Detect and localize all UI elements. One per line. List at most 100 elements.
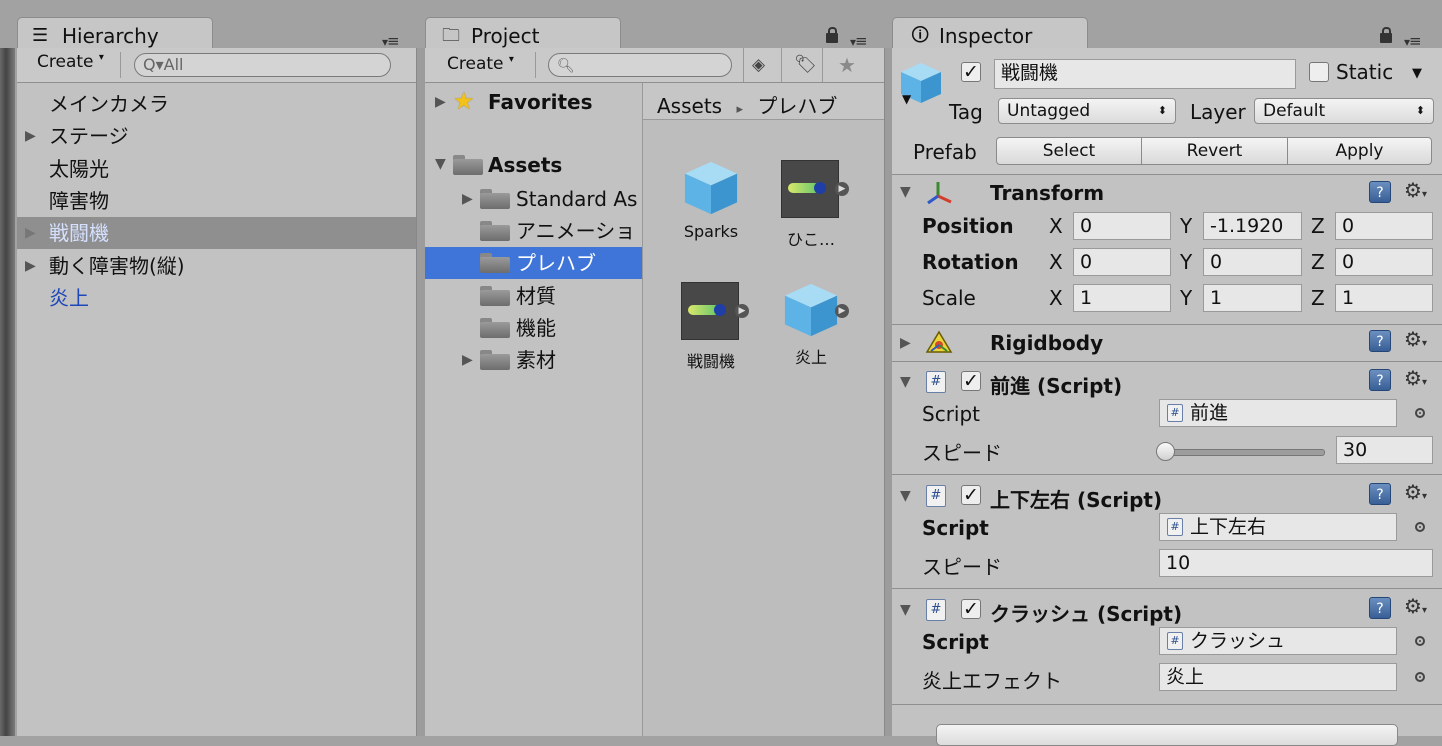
transform-title[interactable]: Transform: [990, 181, 1104, 205]
script-reference-field[interactable]: クラッシュ: [1159, 627, 1397, 655]
hierarchy-create-button[interactable]: Create ▾: [37, 52, 104, 72]
speed-value-field[interactable]: 10: [1159, 549, 1433, 577]
tab-project[interactable]: 🗀 Project: [425, 17, 621, 50]
favorite-star-icon[interactable]: ★: [838, 53, 856, 77]
expand-arrow-icon[interactable]: ▶: [900, 335, 911, 351]
active-checkbox[interactable]: ✓: [961, 62, 981, 82]
object-picker-icon[interactable]: [1415, 636, 1425, 646]
lock-icon[interactable]: [1380, 27, 1392, 43]
hierarchy-item[interactable]: ▶ ステージ: [17, 120, 416, 152]
rotation-z-axis-label[interactable]: Z: [1311, 250, 1325, 274]
breadcrumb-root[interactable]: Assets: [657, 94, 722, 118]
object-name-field[interactable]: 戦闘機: [994, 59, 1296, 89]
help-icon[interactable]: ?: [1369, 483, 1391, 505]
folder-item[interactable]: ▶ 素材: [425, 344, 642, 376]
scale-z-field[interactable]: 1: [1335, 284, 1433, 312]
script-reference-field[interactable]: 前進: [1159, 399, 1397, 427]
hierarchy-item[interactable]: 障害物: [17, 185, 416, 217]
component-enabled-checkbox[interactable]: ✓: [961, 599, 981, 619]
position-x-field[interactable]: 0: [1073, 212, 1171, 240]
position-y-axis-label[interactable]: Y: [1180, 214, 1192, 238]
folder-item[interactable]: 機能: [425, 312, 642, 344]
expand-arrow-icon[interactable]: ▶: [25, 250, 36, 282]
hierarchy-item[interactable]: 炎上: [17, 282, 416, 314]
collapse-arrow-icon[interactable]: ▼: [435, 156, 446, 172]
help-icon[interactable]: ?: [1369, 597, 1391, 619]
hierarchy-item[interactable]: ▶ 動く障害物(縦): [17, 250, 416, 282]
tag-dropdown[interactable]: Untagged ⬍: [998, 98, 1176, 124]
help-icon[interactable]: ?: [1369, 369, 1391, 391]
dropdown-arrow-icon[interactable]: ▼: [902, 92, 911, 106]
position-z-axis-label[interactable]: Z: [1311, 214, 1325, 238]
position-x-axis-label[interactable]: X: [1049, 214, 1063, 238]
gear-icon[interactable]: ⚙▾: [1404, 480, 1427, 504]
expand-arrow-icon[interactable]: ▶: [25, 120, 36, 152]
expand-arrow-icon[interactable]: ▶: [25, 217, 36, 249]
filter-by-label-icon[interactable]: 🏷︎: [794, 54, 817, 75]
position-z-field[interactable]: 0: [1335, 212, 1433, 240]
position-y-field[interactable]: -1.1920: [1203, 212, 1302, 240]
object-picker-icon[interactable]: [1415, 522, 1425, 532]
hierarchy-item[interactable]: メインカメラ: [17, 88, 416, 120]
breadcrumb-current[interactable]: プレハブ: [757, 94, 837, 118]
scale-z-axis-label[interactable]: Z: [1311, 286, 1325, 310]
filter-by-type-icon[interactable]: ◈: [752, 55, 765, 75]
scale-x-field[interactable]: 1: [1073, 284, 1171, 312]
component-enabled-checkbox[interactable]: ✓: [961, 485, 981, 505]
tab-hierarchy[interactable]: ☰ Hierarchy: [17, 17, 213, 50]
help-icon[interactable]: ?: [1369, 330, 1391, 352]
script-component-title[interactable]: 前進 (Script): [990, 370, 1122, 399]
asset-item[interactable]: ▶ 炎上: [761, 280, 861, 380]
rotation-x-axis-label[interactable]: X: [1049, 250, 1063, 274]
collapse-arrow-icon[interactable]: ▼: [900, 488, 911, 504]
lock-icon[interactable]: [826, 27, 838, 43]
scale-x-axis-label[interactable]: X: [1049, 286, 1063, 310]
gear-icon[interactable]: ⚙▾: [1404, 594, 1427, 618]
expand-arrow-icon[interactable]: ▶: [435, 94, 446, 110]
hierarchy-item[interactable]: ▶ 戦闘機: [17, 217, 416, 250]
static-checkbox[interactable]: [1309, 62, 1329, 82]
hierarchy-item[interactable]: 太陽光: [17, 153, 416, 185]
collapse-arrow-icon[interactable]: ▼: [900, 184, 911, 200]
rotation-x-field[interactable]: 0: [1073, 248, 1171, 276]
gear-icon[interactable]: ⚙▾: [1404, 178, 1427, 202]
prefab-apply-button[interactable]: Apply: [1287, 137, 1432, 165]
collapse-arrow-icon[interactable]: ▼: [900, 602, 911, 618]
script-component-title[interactable]: 上下左右 (Script): [990, 484, 1162, 513]
folder-item[interactable]: ▶ Standard As: [425, 183, 642, 215]
static-dropdown-icon[interactable]: ▼: [1412, 66, 1422, 81]
folder-item[interactable]: 材質: [425, 280, 642, 312]
asset-item[interactable]: Sparks: [661, 158, 761, 258]
object-picker-icon[interactable]: [1415, 408, 1425, 418]
folder-item[interactable]: アニメーショ: [425, 215, 642, 247]
help-icon[interactable]: ?: [1369, 181, 1391, 203]
add-component-button[interactable]: [936, 724, 1398, 746]
asset-item[interactable]: ▶ ひこ…: [761, 158, 861, 258]
gear-icon[interactable]: ⚙▾: [1404, 366, 1427, 390]
expand-prefab-icon[interactable]: ▶: [735, 304, 749, 318]
scale-y-axis-label[interactable]: Y: [1180, 286, 1192, 310]
prefab-select-button[interactable]: Select: [996, 137, 1142, 165]
favorites-label[interactable]: Favorites: [488, 90, 593, 114]
rotation-z-field[interactable]: 0: [1335, 248, 1433, 276]
effect-reference-field[interactable]: 炎上: [1159, 663, 1397, 691]
hierarchy-search-input[interactable]: Q▾All: [134, 53, 391, 77]
speed-value-field[interactable]: 30: [1336, 436, 1433, 464]
project-search-input[interactable]: 🔍︎: [548, 53, 732, 77]
expand-arrow-icon[interactable]: ▶: [462, 183, 473, 215]
assets-label[interactable]: Assets: [488, 153, 562, 177]
expand-prefab-icon[interactable]: ▶: [835, 182, 849, 196]
prefab-revert-button[interactable]: Revert: [1141, 137, 1288, 165]
component-enabled-checkbox[interactable]: ✓: [961, 371, 981, 391]
gear-icon[interactable]: ⚙▾: [1404, 327, 1427, 351]
project-create-button[interactable]: Create ▾: [447, 54, 514, 74]
rotation-y-axis-label[interactable]: Y: [1180, 250, 1192, 274]
folder-item[interactable]: プレハブ: [425, 247, 642, 280]
asset-item[interactable]: ▶ 戦闘機: [661, 280, 761, 380]
layer-dropdown[interactable]: Default ⬍: [1254, 98, 1434, 124]
script-component-title[interactable]: クラッシュ (Script): [990, 598, 1182, 627]
expand-prefab-icon[interactable]: ▶: [835, 304, 849, 318]
script-reference-field[interactable]: 上下左右: [1159, 513, 1397, 541]
rotation-y-field[interactable]: 0: [1203, 248, 1302, 276]
speed-slider-track[interactable]: [1163, 449, 1325, 456]
